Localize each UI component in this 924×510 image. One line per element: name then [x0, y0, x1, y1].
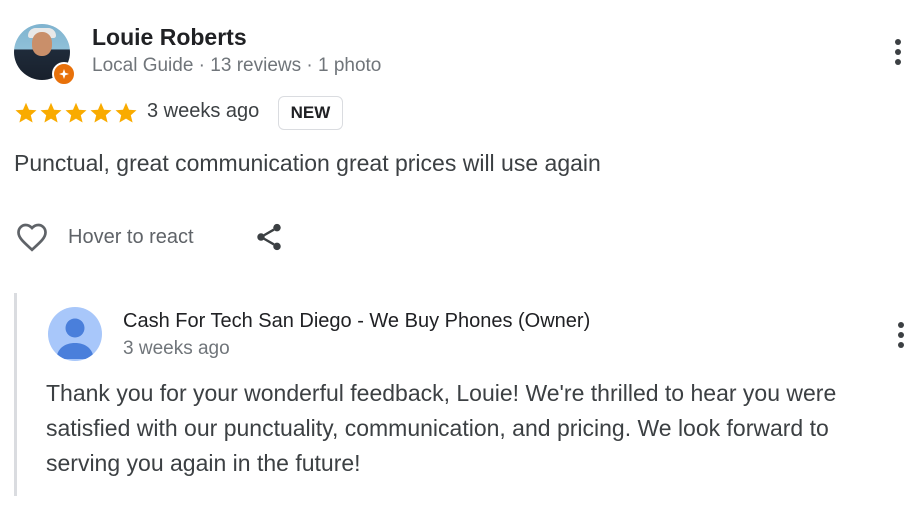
reviewer-name[interactable]: Louie Roberts [92, 24, 247, 51]
reply-text: Thank you for your wonderful feedback, L… [46, 380, 837, 476]
reply-more-options-icon[interactable] [889, 317, 913, 353]
owner-name: Cash For Tech San Diego - We Buy Phones … [123, 310, 591, 332]
reviewer-avatar[interactable] [14, 24, 76, 86]
star-icon [65, 102, 87, 123]
reply-date: 3 weeks ago [123, 338, 230, 359]
react-label: Hover to react [68, 225, 194, 248]
default-profile-icon [48, 307, 102, 361]
star-icon [15, 102, 37, 123]
star-icon [90, 102, 112, 123]
reviewer-meta[interactable]: Local Guide · 13 reviews · 1 photo [92, 55, 381, 77]
local-guide-badge-icon [52, 62, 76, 86]
star-rating [14, 101, 138, 125]
avatar-face [32, 32, 52, 56]
review-text: Punctual, great communication great pric… [14, 150, 601, 176]
new-badge: NEW [278, 96, 343, 130]
owner-reply: Cash For Tech San Diego - We Buy Phones … [14, 293, 913, 496]
react-button[interactable]: Hover to react [14, 219, 194, 255]
review-card: Louie Roberts Local Guide · 13 reviews ·… [0, 0, 924, 510]
review-date: 3 weeks ago [147, 100, 260, 122]
more-options-icon[interactable] [886, 34, 910, 70]
share-icon[interactable] [253, 221, 285, 253]
star-icon [40, 102, 62, 123]
heart-icon [17, 223, 47, 252]
star-icon [115, 102, 137, 123]
